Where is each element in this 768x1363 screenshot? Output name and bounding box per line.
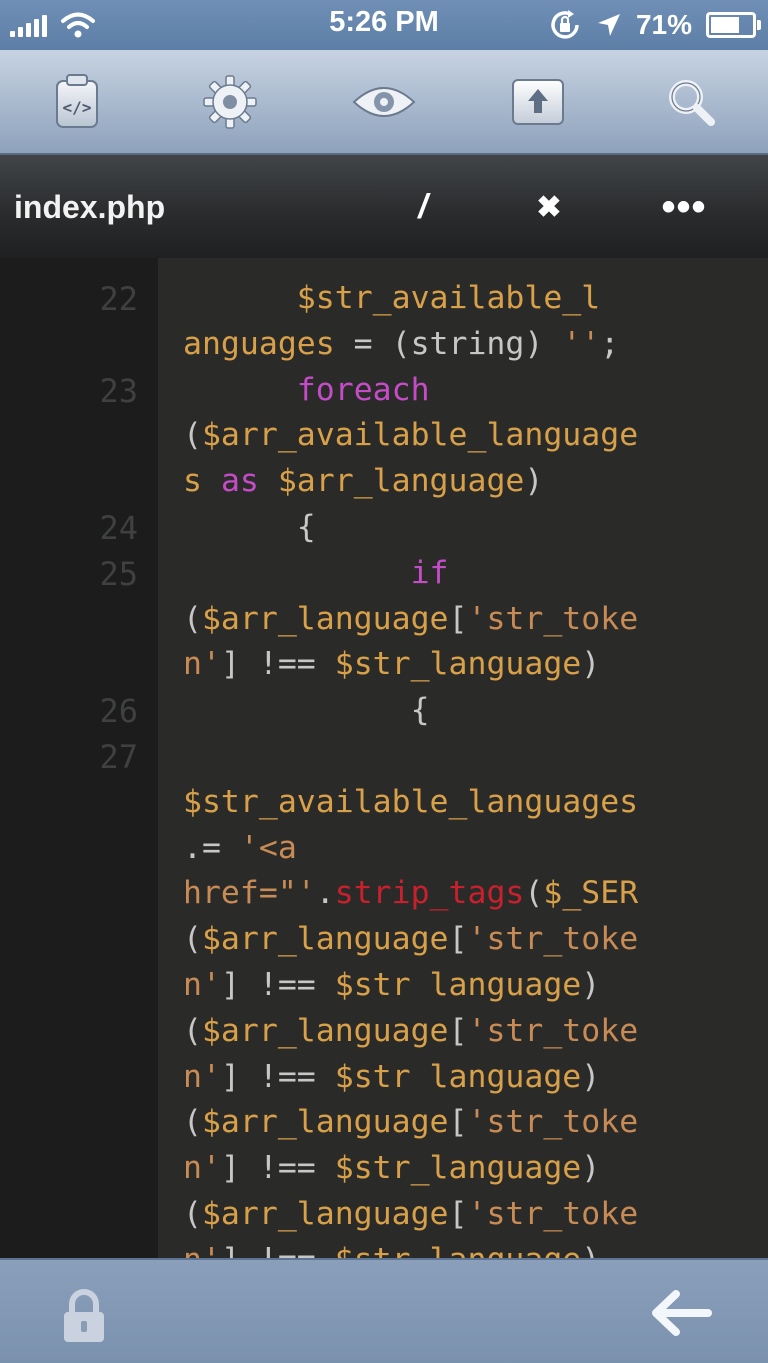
- code-token: ] !==: [220, 646, 335, 683]
- code-token: ;: [600, 325, 620, 362]
- code-token: (: [183, 921, 202, 958]
- code-token: foreach: [296, 371, 430, 408]
- code-line: .= '<a: [183, 830, 297, 866]
- code-line: {: [183, 692, 430, 728]
- code-token: n': [183, 1058, 221, 1095]
- code-token: 'str_toke: [467, 1196, 639, 1232]
- code-token: anguages: [183, 325, 335, 362]
- code-token: ] !==: [220, 967, 335, 1003]
- code-line: n'] !== $str language): [183, 1059, 600, 1095]
- line-number: 24: [99, 509, 138, 547]
- line-number: 26: [99, 692, 138, 731]
- code-token: $arr_language: [277, 463, 525, 500]
- code-line: ($arr_language['str_toke: [183, 1196, 638, 1232]
- code-token: (: [183, 417, 202, 454]
- app-window: 5:26 PM 71% </> index.php / ✖ ••• 22 23 …: [0, 0, 768, 1363]
- code-token: ] !==: [220, 1150, 335, 1187]
- code-token: (: [183, 1104, 202, 1141]
- code-line: {: [183, 509, 316, 545]
- code-token: n': [183, 967, 221, 1003]
- code-line: n'] !== $str_language): [183, 646, 600, 682]
- code-token: s: [183, 463, 221, 500]
- code-line: $str_available_l: [183, 280, 600, 316]
- code-token: strip_tags: [334, 875, 525, 912]
- code-token: string: [410, 325, 525, 362]
- code-token: $str_language: [334, 646, 582, 683]
- code-token: ] !==: [220, 1058, 335, 1095]
- code-token: $arr_language: [201, 1104, 449, 1141]
- code-token: $arr_language: [201, 1196, 449, 1232]
- bottom-bar: [0, 1258, 768, 1363]
- code-token: ): [524, 325, 563, 362]
- code-token: .=: [183, 829, 240, 866]
- code-token: ): [524, 463, 544, 500]
- code-line: foreach: [183, 372, 430, 408]
- code-token: $str language: [334, 1058, 582, 1095]
- code-token: n': [183, 646, 221, 683]
- code-line: href="'.strip_tags($_SER: [183, 875, 638, 911]
- code-line: $str_available_languages: [183, 784, 638, 820]
- code-token: as: [220, 463, 278, 500]
- code-token: 'str_toke: [467, 600, 639, 637]
- code-token: $str language: [334, 967, 582, 1003]
- code-token: 'str_toke: [467, 1104, 639, 1141]
- code-token: $arr_language: [201, 921, 449, 958]
- code-token: ): [581, 646, 601, 683]
- code-text: 22 23 24 25 26 27 $str_available_l anguages = …: [0, 0, 768, 1278]
- code-token: $_SER: [543, 875, 639, 912]
- code-line: n'] !== $str_language): [183, 1150, 600, 1186]
- code-token: = (: [334, 325, 411, 362]
- code-token: [: [448, 1196, 468, 1232]
- code-line: ($arr_language['str_toke: [183, 921, 638, 957]
- lock-icon[interactable]: [60, 1288, 108, 1344]
- code-token: (: [183, 1196, 202, 1232]
- line-number: 27: [99, 738, 138, 776]
- code-token: [: [448, 1104, 468, 1141]
- code-token: (: [183, 600, 202, 637]
- code-token: ): [581, 1058, 601, 1095]
- code-line: ($arr_language['str_toke: [183, 1104, 638, 1140]
- code-token: $str_available_languages: [183, 783, 639, 820]
- code-token: $arr_language: [201, 600, 449, 637]
- code-line: ($arr_language['str_toke: [183, 601, 638, 637]
- back-arrow-icon[interactable]: [652, 1290, 712, 1336]
- line-number: 22: [99, 280, 138, 318]
- code-line: anguages = (string) '';: [183, 326, 619, 362]
- code-token: n': [183, 1150, 221, 1187]
- code-token: {: [183, 692, 430, 729]
- code-token: ): [581, 1150, 601, 1187]
- code-token: href="': [183, 875, 316, 912]
- code-token: '': [562, 325, 601, 362]
- code-token: $arr_available_language: [201, 417, 639, 454]
- code-token: 'str_toke: [467, 921, 639, 958]
- line-number: 25: [99, 554, 138, 593]
- code-line: ($arr_language['str_toke: [183, 1013, 638, 1049]
- code-token: ): [581, 967, 601, 1003]
- code-token: if: [410, 554, 449, 591]
- code-token: [: [448, 921, 468, 958]
- code-line: if: [183, 555, 449, 591]
- code-token: $arr_language: [201, 1012, 449, 1049]
- code-token: {: [183, 509, 316, 545]
- code-line: s as $arr_language): [183, 463, 543, 499]
- code-token: [: [448, 1012, 468, 1049]
- code-line: ($arr_available_language: [183, 417, 638, 453]
- line-number: 23: [99, 371, 138, 410]
- code-line: n'] !== $str language): [183, 967, 600, 1003]
- code-token: (: [524, 875, 544, 912]
- code-token: 'str_toke: [467, 1012, 639, 1049]
- code-token: $str_available_l: [296, 280, 601, 316]
- code-token: $str_language: [334, 1150, 582, 1187]
- code-token: (: [183, 1012, 202, 1049]
- code-token: [: [448, 600, 468, 637]
- code-token: .: [315, 875, 335, 912]
- code-token: '<a: [239, 829, 297, 866]
